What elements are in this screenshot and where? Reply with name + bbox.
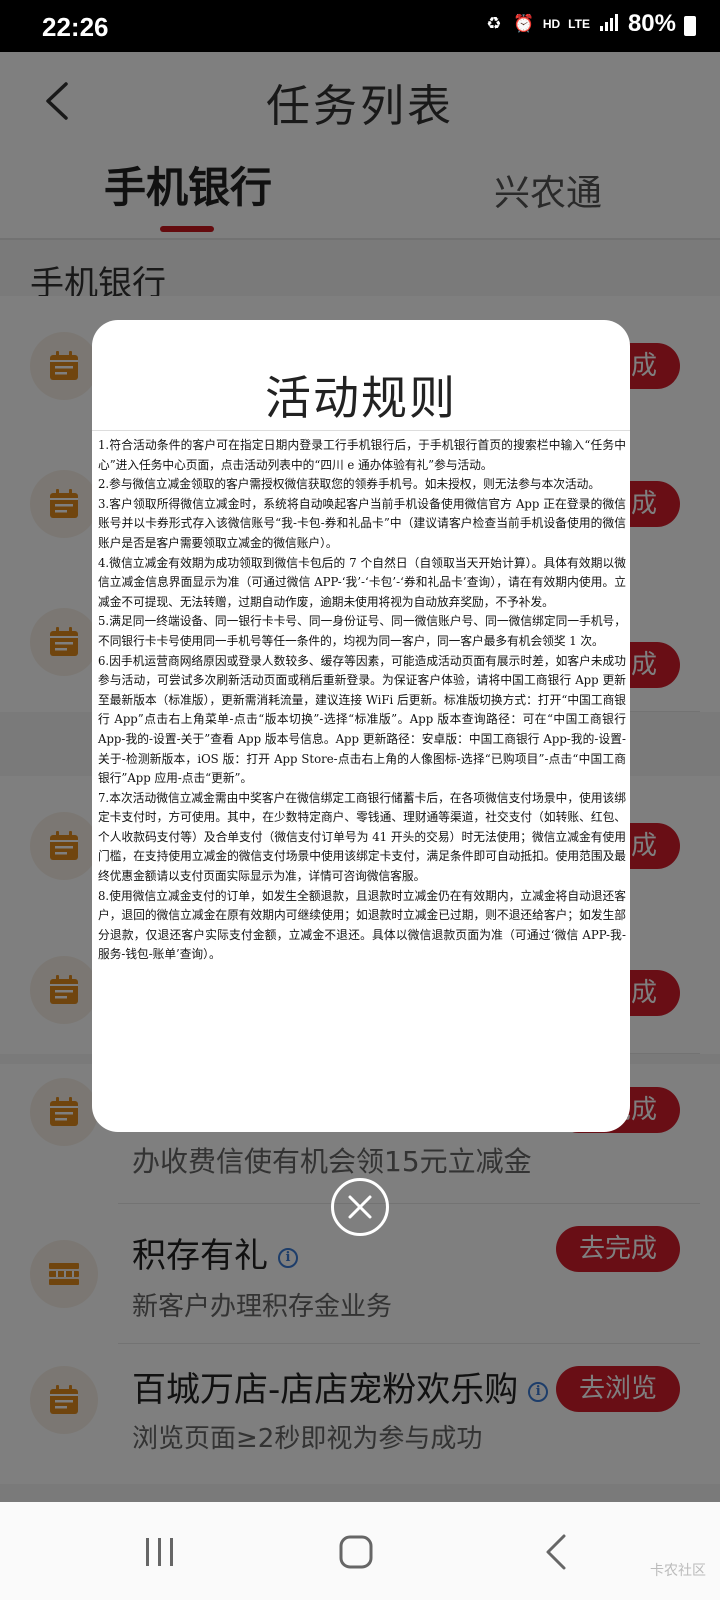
- home-button[interactable]: [336, 1532, 376, 1572]
- system-nav-bar: 卡农社区: [0, 1502, 720, 1600]
- rule-item: 5.满足同一终端设备、同一银行卡卡号、同一身份证号、同一微信账户号、同一微信绑定…: [98, 614, 626, 648]
- rule-item: 3.客户领取所得微信立减金时，系统将自动唤起客户当前手机设备使用微信官方 App…: [98, 496, 626, 550]
- rule-item: 2.参与微信立减金领取的客户需授权微信获取您的领券手机号。如未授权，则无法参与本…: [98, 477, 601, 492]
- rule-item: 4.微信立减金有效期为成功领取到微信卡包后的 7 个自然日（自领取当天开始计算）…: [98, 555, 626, 609]
- back-nav-icon: [546, 1534, 566, 1570]
- status-time: 22:26: [42, 12, 109, 42]
- close-icon: [348, 1195, 372, 1219]
- back-nav-button[interactable]: [538, 1532, 578, 1572]
- modal-title: 活动规则: [265, 371, 457, 425]
- battery-percent: 80%: [627, 10, 676, 37]
- recycle-icon: ♻: [486, 14, 502, 33]
- rule-item: 8.使用微信立减金支付的订单，如发生全额退款，且退款时立减金仍在有效期内，立减金…: [98, 888, 626, 962]
- watermark: 卡农社区: [650, 1563, 706, 1579]
- rules-text: 1.符合活动条件的客户可在指定日期内登录工行手机银行后，于手机银行首页的搜索栏中…: [98, 436, 626, 965]
- status-bar: 22:26 ♻ ⏰ HD LTE 80%: [0, 0, 720, 52]
- modal-close-button[interactable]: [331, 1178, 389, 1236]
- rule-item: 6.因手机运营商网络原因或登录人数较多、缓存等因素，可能造成活动页面有展示时差，…: [98, 653, 626, 786]
- signal-icon: [598, 13, 620, 35]
- status-icons: ♻ ⏰ HD LTE 80%: [483, 10, 696, 38]
- rules-modal: 活动规则 1.符合活动条件的客户可在指定日期内登录工行手机银行后，于手机银行首页…: [92, 320, 630, 1132]
- rule-item: 1.符合活动条件的客户可在指定日期内登录工行手机银行后，于手机银行首页的搜索栏中…: [98, 438, 626, 472]
- rule-item: 7.本次活动微信立减金需由中奖客户在微信绑定工商银行储蓄卡后，在各项微信支付场景…: [98, 790, 626, 884]
- recent-apps-icon: [146, 1538, 173, 1566]
- home-icon: [339, 1535, 373, 1569]
- alarm-icon: ⏰: [513, 14, 535, 33]
- modal-divider: [92, 430, 630, 431]
- hd-indicator: HD: [542, 17, 561, 31]
- lte-indicator: LTE: [568, 17, 590, 31]
- battery-icon: [684, 16, 696, 36]
- recent-apps-button[interactable]: [140, 1532, 180, 1572]
